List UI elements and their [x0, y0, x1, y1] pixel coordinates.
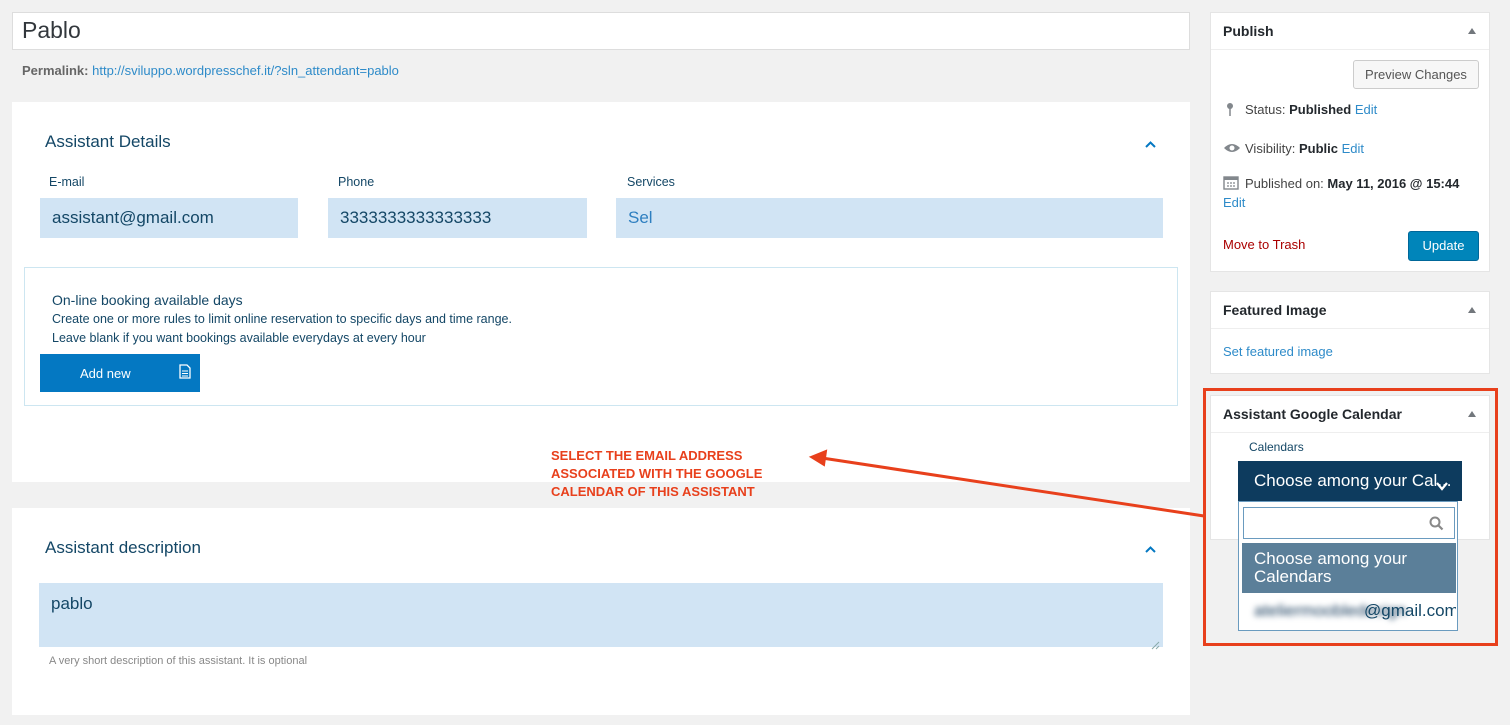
toggle-triangle-icon[interactable]	[1468, 28, 1476, 34]
booking-description-line: Leave blank if you want bookings availab…	[52, 331, 426, 345]
update-button[interactable]: Update	[1408, 231, 1479, 261]
permalink: Permalink: http://sviluppo.wordpresschef…	[22, 63, 399, 78]
phone-field[interactable]: 3333333333333333	[328, 198, 587, 238]
published-value: May 11, 2016 @ 15:44	[1327, 176, 1460, 191]
add-new-label: Add new	[80, 366, 131, 381]
phone-label: Phone	[338, 175, 375, 189]
highlight-frame	[1203, 388, 1498, 646]
visibility-value: Public	[1298, 141, 1338, 156]
resize-grip-icon[interactable]	[1151, 635, 1160, 650]
annotation-line: SELECT THE EMAIL ADDRESS	[551, 448, 743, 463]
email-label: E-mail	[49, 175, 85, 189]
publish-panel: Publish Preview Changes Status: Publishe…	[1210, 12, 1490, 272]
status-label: Status:	[1245, 102, 1286, 117]
featured-image-panel: Featured Image Set featured image	[1210, 291, 1490, 374]
document-icon	[179, 364, 191, 379]
collapse-chevron-icon[interactable]	[1145, 139, 1156, 150]
status-value: Published	[1289, 102, 1352, 117]
assistant-details-panel: Assistant Details E-mail assistant@gmail…	[12, 102, 1190, 482]
description-hint: A very short description of this assista…	[49, 655, 308, 667]
description-value: pablo	[51, 594, 93, 613]
visibility-row: Visibility: Public Edit	[1223, 141, 1364, 156]
published-label: Published on:	[1245, 176, 1324, 191]
post-title-input[interactable]: Pablo	[12, 12, 1190, 50]
edit-visibility-link[interactable]: Edit	[1342, 141, 1364, 156]
permalink-label: Permalink:	[22, 63, 89, 78]
permalink-url-link[interactable]: http://sviluppo.wordpresschef.it/?sln_at…	[92, 63, 399, 78]
calendar-icon	[1223, 175, 1239, 190]
publish-header[interactable]: Publish	[1211, 13, 1489, 50]
visibility-label: Visibility:	[1245, 141, 1296, 156]
published-on-row: Published on: May 11, 2016 @ 15:44	[1223, 175, 1459, 191]
eye-icon	[1223, 141, 1240, 155]
assistant-description-title: Assistant description	[45, 538, 201, 557]
status-row: Status: Published Edit	[1223, 102, 1377, 117]
annotation-line: CALENDAR OF THIS ASSISTANT	[551, 484, 755, 499]
booking-title: On-line booking available days	[52, 292, 243, 308]
assistant-details-title: Assistant Details	[45, 132, 171, 151]
toggle-triangle-icon[interactable]	[1468, 307, 1476, 313]
email-field[interactable]: assistant@gmail.com	[40, 198, 298, 238]
assistant-description-panel: Assistant description pablo A very short…	[12, 508, 1190, 715]
edit-status-link[interactable]: Edit	[1355, 102, 1377, 117]
description-textarea[interactable]: pablo	[39, 583, 1163, 650]
booking-description-line: Create one or more rules to limit online…	[52, 312, 512, 326]
pin-icon	[1223, 102, 1239, 116]
collapse-chevron-icon[interactable]	[1145, 544, 1156, 555]
add-new-button[interactable]: Add new	[40, 354, 200, 392]
annotation-line: ASSOCIATED WITH THE GOOGLE	[551, 466, 763, 481]
edit-date-link[interactable]: Edit	[1223, 195, 1245, 210]
publish-title: Publish	[1223, 23, 1274, 39]
services-label: Services	[627, 175, 675, 189]
featured-image-title: Featured Image	[1223, 302, 1327, 318]
move-to-trash-link[interactable]: Move to Trash	[1223, 237, 1305, 252]
set-featured-image-link[interactable]: Set featured image	[1223, 344, 1333, 359]
services-select[interactable]: Sel	[616, 198, 1163, 238]
booking-rules-panel: On-line booking available days Create on…	[24, 267, 1178, 406]
preview-changes-button[interactable]: Preview Changes	[1353, 60, 1479, 89]
featured-image-header[interactable]: Featured Image	[1211, 292, 1489, 329]
annotation-text: SELECT THE EMAIL ADDRESS ASSOCIATED WITH…	[551, 447, 811, 501]
